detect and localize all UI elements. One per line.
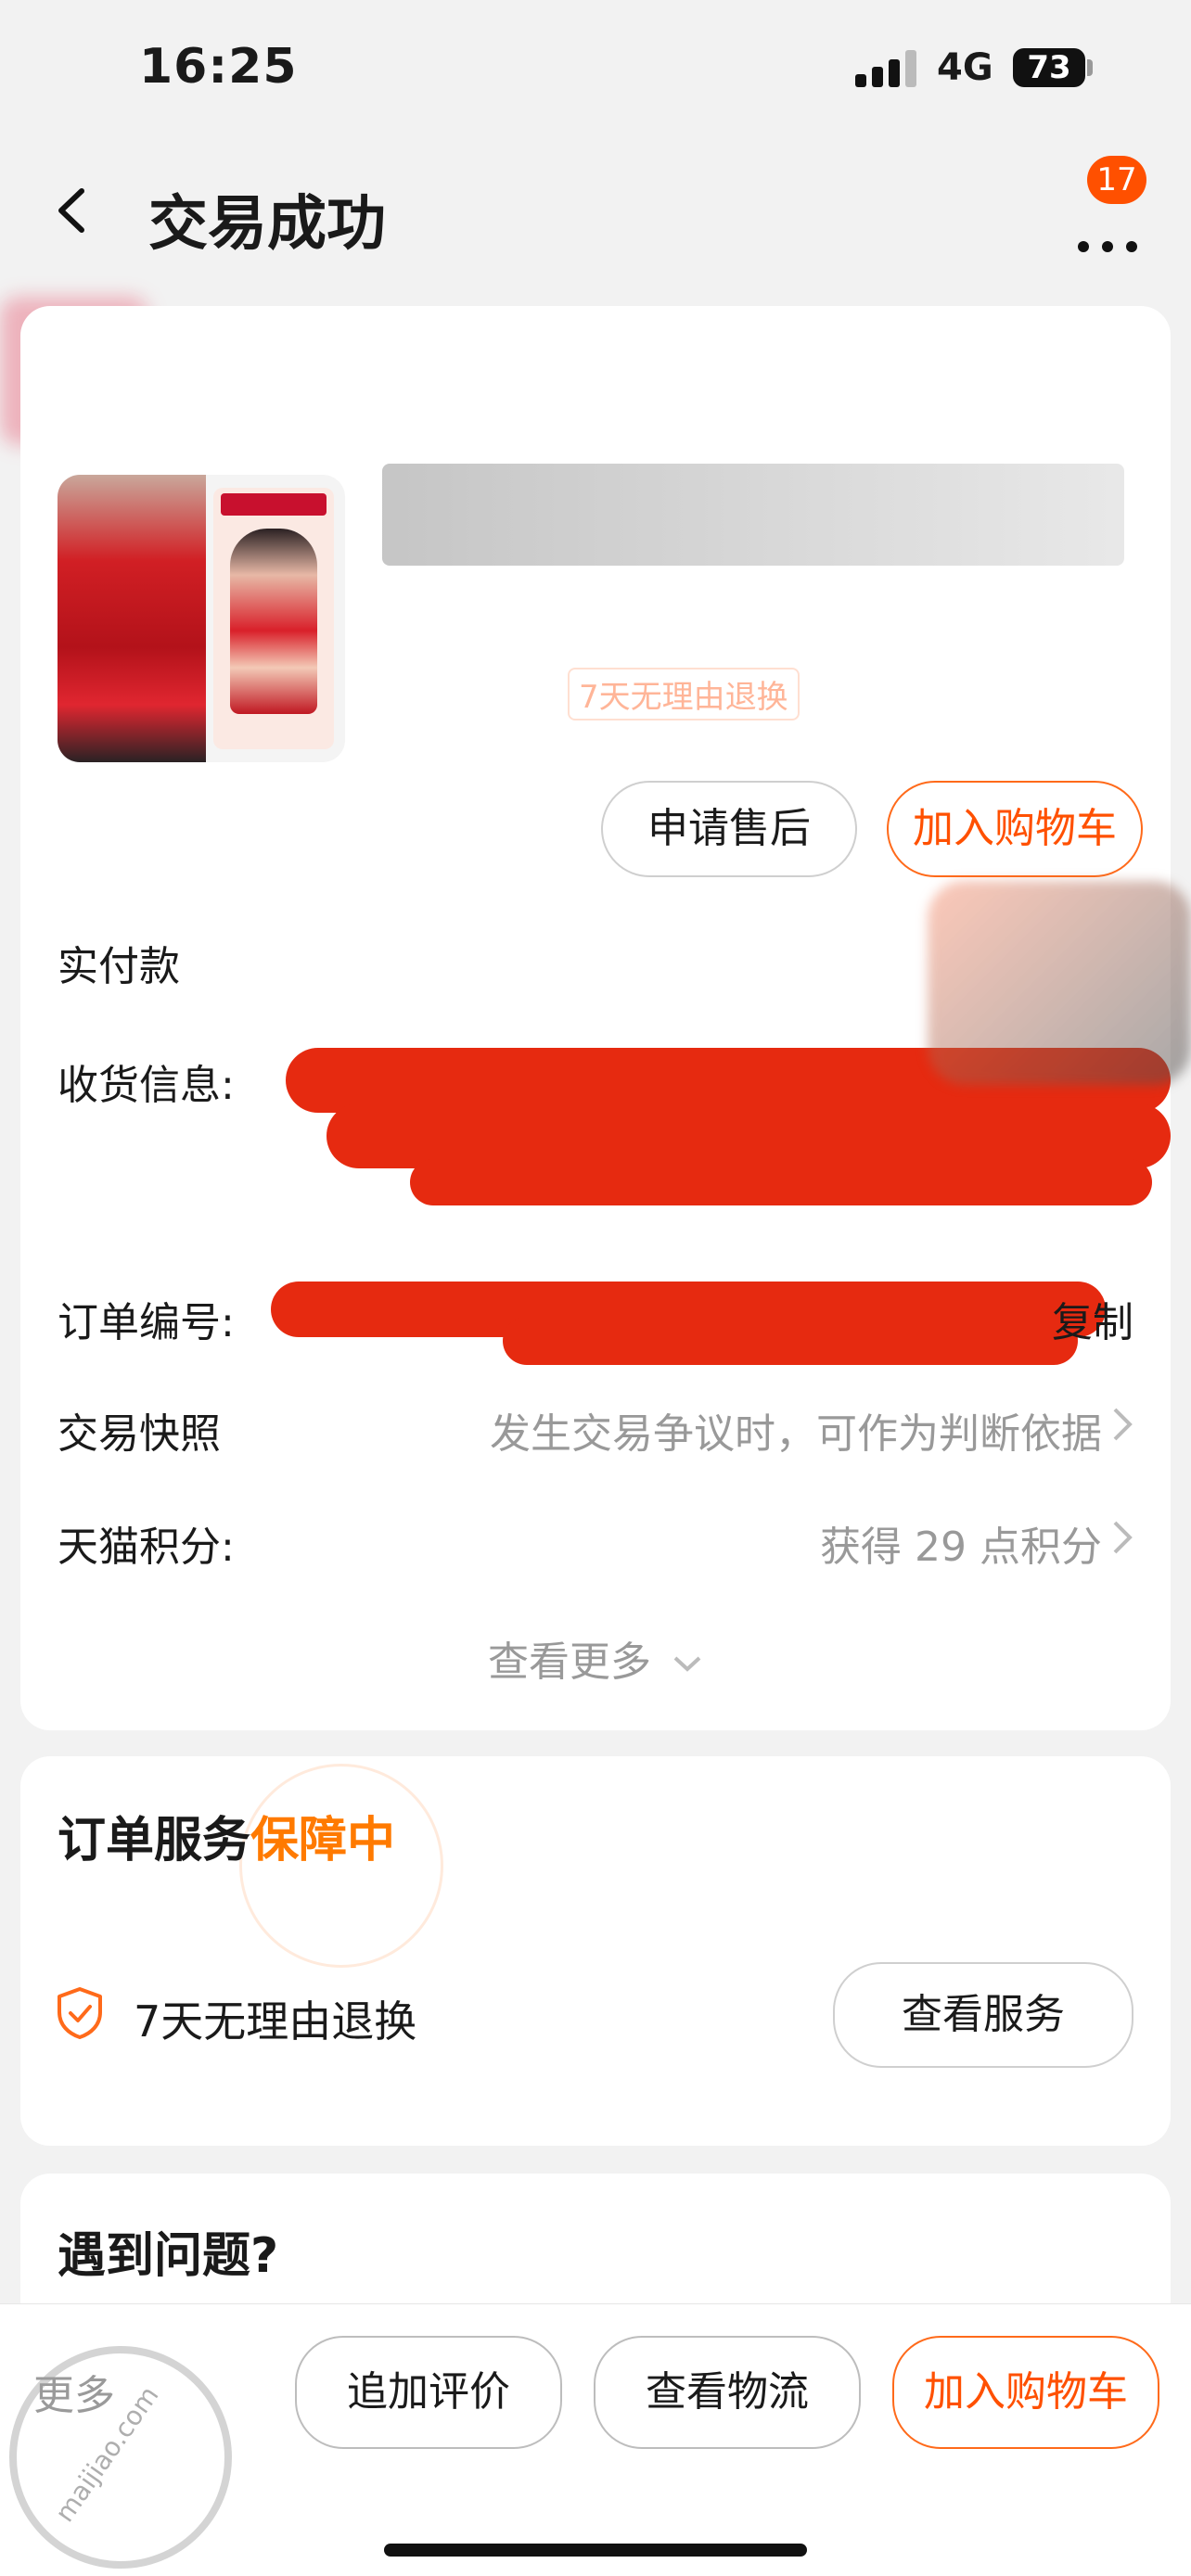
chevron-right-icon <box>1113 1408 1133 1441</box>
product-title[interactable] <box>382 464 1124 566</box>
add-to-cart-button[interactable]: 加入购物车 <box>887 781 1143 877</box>
cellular-signal-icon <box>855 50 920 87</box>
chevron-right-icon <box>1113 1521 1133 1554</box>
add-review-button[interactable]: 追加评价 <box>295 2336 562 2449</box>
problem-title: 遇到问题? <box>58 2228 279 2284</box>
return-tag: 7天无理由退换 <box>568 668 800 721</box>
message-badge: 17 <box>1087 156 1146 204</box>
nav-bar: 交易成功 <box>0 148 1191 278</box>
after-sale-button[interactable]: 申请售后 <box>601 781 857 877</box>
battery-tip <box>1087 59 1093 76</box>
copy-button[interactable]: 复制 <box>1052 1289 1133 1348</box>
battery-icon: 73 <box>1013 48 1085 87</box>
points-value[interactable]: 获得 29 点积分 <box>820 1513 1102 1573</box>
redaction-mark <box>503 1317 1078 1365</box>
redaction-mark <box>410 1159 1152 1205</box>
view-logistics-button[interactable]: 查看物流 <box>594 2336 861 2449</box>
snapshot-value[interactable]: 发生交易争议时，可作为判断依据 <box>490 1400 1102 1460</box>
service-card: 订单服务保障中 7天无理由退换 查看服务 <box>20 1756 1171 2146</box>
see-more-label: 查看更多 <box>488 1639 651 1686</box>
view-service-button[interactable]: 查看服务 <box>833 1962 1133 2068</box>
snapshot-label: 交易快照 <box>58 1410 221 1458</box>
chevron-down-icon <box>673 1656 701 1672</box>
points-label: 天猫积分: <box>58 1524 235 1571</box>
order-number-label: 订单编号: <box>58 1299 235 1346</box>
product-image[interactable] <box>58 475 345 762</box>
status-bar: 16:25 4G 73 <box>0 0 1191 139</box>
scribble-mark <box>928 881 1191 1085</box>
service-title: 订单服务保障中 <box>58 1801 395 1870</box>
shield-check-icon <box>58 1987 102 2039</box>
status-time: 16:25 <box>139 39 298 95</box>
back-icon[interactable] <box>46 178 102 243</box>
service-title-prefix: 订单服务 <box>58 1813 251 1868</box>
see-more-link[interactable]: 查看更多 <box>20 1628 1171 1688</box>
page-title: 交易成功 <box>148 190 386 259</box>
shipping-label: 收货信息: <box>58 1062 235 1109</box>
home-indicator <box>384 2544 807 2557</box>
paid-label: 实付款 <box>58 943 180 990</box>
service-item-label: 7天无理由退换 <box>134 1996 417 2047</box>
service-title-highlight: 保障中 <box>250 1813 396 1868</box>
network-type: 4G <box>937 46 993 89</box>
bottom-add-to-cart-button[interactable]: 加入购物车 <box>892 2336 1159 2449</box>
